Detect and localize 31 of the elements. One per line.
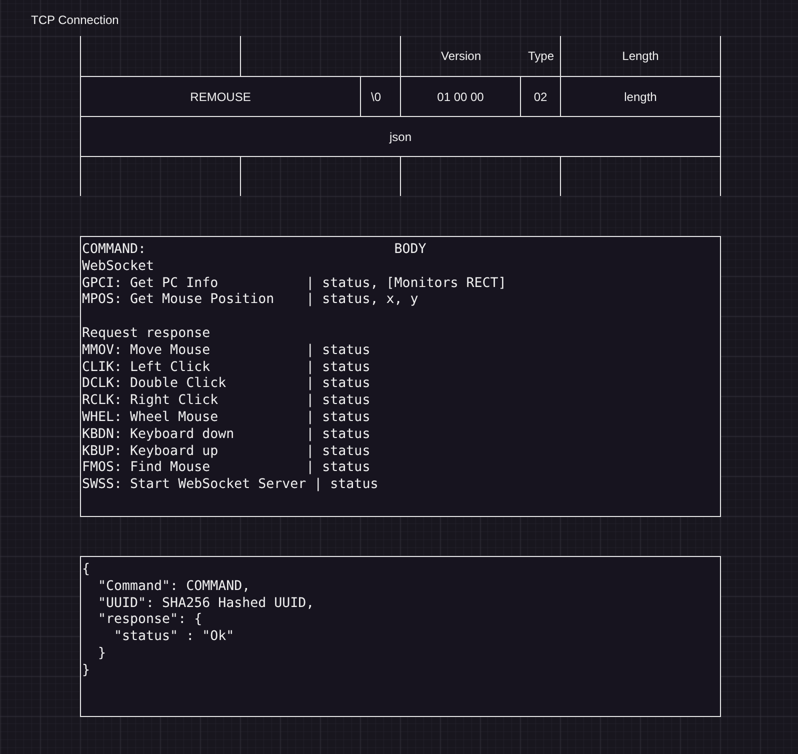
column-header: Version (440, 48, 482, 65)
table-cell: json (80, 116, 721, 156)
code-line: CLIK: Left Click | status (82, 360, 370, 376)
column-header: COMMAND: (82, 242, 148, 259)
table-cell: \0 (360, 76, 400, 116)
code-line: } (82, 662, 90, 680)
code-line: FMOS: Find Mouse | status (82, 460, 370, 478)
code-line: "status" : "Ok" (113, 629, 234, 646)
table-cell: length (560, 76, 721, 116)
diagram-title: TCP Connection (31, 13, 119, 27)
code-line: DCLK: Double Click | status (82, 376, 370, 394)
table-cell: 01 00 00 (400, 76, 520, 116)
table-cell: 02 (520, 76, 560, 116)
code-line: MMOV: Move Mouse | status (82, 342, 370, 360)
table-cell: REMOUSE (80, 76, 360, 116)
code-line: GPCI: Get PC Info | status, [Monitors RECT] (82, 276, 506, 292)
code-line: { (82, 562, 90, 579)
code-line: "Command": COMMAND, (97, 578, 250, 596)
code-line: WHEL: Wheel Mouse | status (82, 410, 370, 427)
section-title: Request response (82, 326, 210, 343)
section-title: WebSocket (82, 258, 154, 276)
code-line: } (97, 646, 106, 663)
code-line: KBUP: Keyboard up | status (82, 444, 370, 460)
code-line: KBDN: Keyboard down | status (82, 426, 370, 444)
column-header: Type (526, 48, 555, 65)
column-header: BODY (394, 242, 426, 259)
code-line: "UUID": SHA256 Hashed UUID, (97, 596, 314, 612)
code-line: SWSS: Start WebSocket Server | status (82, 477, 378, 494)
code-line: "response": { (97, 612, 202, 630)
code-line: MPOS: Get Mouse Position | status, x, y (82, 292, 418, 310)
code-line: RCLK: Right Click | status (82, 393, 370, 410)
